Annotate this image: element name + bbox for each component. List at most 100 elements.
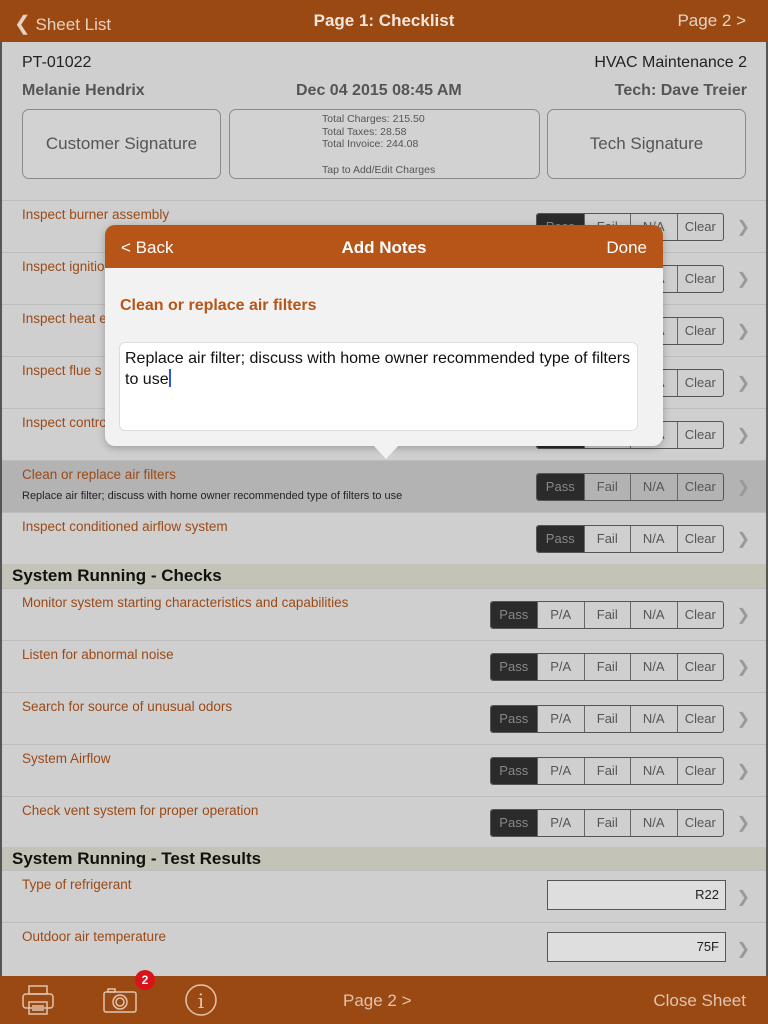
option-pass[interactable]: Pass bbox=[490, 602, 537, 628]
chevron-left-icon: ❮ bbox=[14, 13, 31, 35]
option-clear[interactable]: Clear bbox=[676, 706, 724, 732]
option-pass[interactable]: Pass bbox=[490, 810, 537, 836]
item-label: Inspect burner assembly bbox=[22, 207, 170, 222]
item-label: Inspect flue s bbox=[22, 363, 102, 378]
section-header-checks: System Running - Checks bbox=[2, 564, 766, 588]
charges-hint: Tap to Add/Edit Charges bbox=[322, 163, 436, 176]
back-button[interactable]: < Back bbox=[121, 238, 173, 258]
chevron-right-icon[interactable]: ❯ bbox=[737, 939, 750, 959]
checklist-row[interactable]: Search for source of unusual odors Pass P/… bbox=[2, 692, 766, 744]
chevron-right-icon[interactable]: ❯ bbox=[737, 605, 750, 625]
chevron-right-icon[interactable]: ❯ bbox=[737, 887, 750, 907]
close-sheet-button[interactable]: Close Sheet bbox=[653, 991, 746, 1011]
footer-next-page-button[interactable]: Page 2 > bbox=[343, 991, 412, 1011]
section-header-test-results: System Running - Test Results bbox=[2, 847, 766, 871]
charges-button[interactable]: Total Charges: 215.50 Total Taxes: 28.58… bbox=[229, 109, 540, 179]
tech-signature-button[interactable]: Tech Signature bbox=[547, 109, 746, 179]
chevron-right-icon[interactable]: ❯ bbox=[737, 217, 750, 237]
info-icon[interactable]: i bbox=[184, 983, 218, 1017]
total-invoice: Total Invoice: 244.08 bbox=[322, 138, 419, 150]
option-na[interactable]: N/A bbox=[630, 810, 677, 836]
chevron-right-icon[interactable]: ❯ bbox=[737, 269, 750, 289]
item-label: Inspect heat e bbox=[22, 311, 107, 326]
popover-title: Add Notes bbox=[341, 238, 427, 257]
option-clear[interactable]: Clear bbox=[676, 810, 724, 836]
page-title: Page 1: Checklist bbox=[313, 11, 455, 30]
checklist-row[interactable]: System Airflow Pass P/A Fail N/A Clear ❯ bbox=[2, 744, 766, 796]
option-fail[interactable]: Fail bbox=[583, 758, 631, 784]
option-clear[interactable]: Clear bbox=[676, 370, 724, 396]
photo-count-badge: 2 bbox=[135, 970, 155, 990]
option-clear[interactable]: Clear bbox=[676, 654, 724, 680]
option-pa[interactable]: P/A bbox=[537, 602, 584, 628]
option-pass[interactable]: Pass bbox=[490, 654, 537, 680]
result-segmented-control: Pass P/A Fail N/A Clear bbox=[489, 757, 724, 785]
chevron-right-icon[interactable]: ❯ bbox=[737, 529, 750, 549]
option-pa[interactable]: P/A bbox=[537, 654, 584, 680]
checklist-row[interactable]: Listen for abnormal noise Pass P/A Fail N/A C… bbox=[2, 640, 766, 692]
notes-textarea[interactable]: Replace air filter; discuss with home ow… bbox=[119, 342, 638, 431]
option-pass[interactable]: Pass bbox=[490, 706, 537, 732]
option-fail[interactable]: Fail bbox=[583, 810, 631, 836]
svg-text:i: i bbox=[198, 989, 204, 1013]
option-fail[interactable]: Fail bbox=[583, 654, 631, 680]
checklist-row[interactable]: Inspect conditioned airflow system Pass Fa… bbox=[2, 512, 766, 564]
printer-icon[interactable] bbox=[20, 984, 56, 1016]
next-page-button[interactable]: Page 2 > bbox=[677, 11, 746, 31]
option-pa[interactable]: P/A bbox=[537, 758, 584, 784]
option-clear[interactable]: Clear bbox=[676, 318, 724, 344]
notes-text: Replace air filter; discuss with home ow… bbox=[125, 350, 631, 388]
checklist-row[interactable]: Clean or replace air filters Replace air … bbox=[2, 460, 766, 512]
chevron-right-icon[interactable]: ❯ bbox=[737, 373, 750, 393]
sheet-list-button[interactable]: ❮ Sheet List bbox=[14, 11, 111, 36]
option-fail[interactable]: Fail bbox=[583, 526, 631, 552]
checklist-row[interactable]: Outdoor air temperature 75F ❯ bbox=[2, 922, 766, 974]
option-pass[interactable]: Pass bbox=[537, 474, 584, 500]
chevron-right-icon[interactable]: ❯ bbox=[737, 709, 750, 729]
result-segmented-control: Pass P/A Fail N/A Clear bbox=[489, 705, 724, 733]
option-clear[interactable]: Clear bbox=[676, 266, 724, 292]
option-na[interactable]: N/A bbox=[630, 706, 677, 732]
option-clear[interactable]: Clear bbox=[676, 526, 724, 552]
option-clear[interactable]: Clear bbox=[676, 422, 724, 448]
chevron-right-icon[interactable]: ❯ bbox=[737, 321, 750, 341]
result-segmented-control: PassFailN/AClear bbox=[536, 473, 724, 501]
note-item-title: Clean or replace air filters bbox=[120, 297, 317, 314]
checklist-row[interactable]: Type of refrigerant R22 ❯ bbox=[2, 870, 766, 922]
option-clear[interactable]: Clear bbox=[676, 602, 724, 628]
item-label: Inspect ignitio bbox=[22, 259, 105, 274]
chevron-right-icon[interactable]: ❯ bbox=[737, 477, 750, 497]
popover-header: < Back Add Notes Done bbox=[105, 225, 663, 268]
option-fail[interactable]: Fail bbox=[583, 706, 631, 732]
sheet-list-label: Sheet List bbox=[35, 15, 112, 34]
chevron-right-icon[interactable]: ❯ bbox=[737, 761, 750, 781]
item-label: System Airflow bbox=[22, 751, 111, 766]
option-na[interactable]: N/A bbox=[630, 654, 677, 680]
option-fail[interactable]: Fail bbox=[583, 474, 631, 500]
customer-signature-button[interactable]: Customer Signature bbox=[22, 109, 221, 179]
option-clear[interactable]: Clear bbox=[676, 758, 724, 784]
chevron-right-icon[interactable]: ❯ bbox=[737, 813, 750, 833]
option-clear[interactable]: Clear bbox=[676, 214, 724, 240]
option-pa[interactable]: P/A bbox=[537, 706, 584, 732]
camera-icon[interactable] bbox=[102, 986, 138, 1014]
option-na[interactable]: N/A bbox=[630, 474, 677, 500]
result-segmented-control: PassFailN/AClear bbox=[536, 525, 724, 553]
customer-name: Melanie Hendrix bbox=[22, 82, 145, 99]
chevron-right-icon[interactable]: ❯ bbox=[737, 657, 750, 677]
option-pass[interactable]: Pass bbox=[537, 526, 584, 552]
option-na[interactable]: N/A bbox=[630, 602, 677, 628]
checklist-row[interactable]: Check vent system for proper operation Pa… bbox=[2, 796, 766, 848]
value-field[interactable]: R22 bbox=[547, 880, 726, 910]
option-clear[interactable]: Clear bbox=[676, 474, 724, 500]
checklist-row[interactable]: Monitor system starting characteristics … bbox=[2, 588, 766, 640]
option-fail[interactable]: Fail bbox=[583, 602, 631, 628]
done-button[interactable]: Done bbox=[606, 238, 647, 258]
option-pass[interactable]: Pass bbox=[490, 758, 537, 784]
option-pa[interactable]: P/A bbox=[537, 810, 584, 836]
option-na[interactable]: N/A bbox=[630, 526, 677, 552]
value-field[interactable]: 75F bbox=[547, 932, 726, 962]
chevron-right-icon[interactable]: ❯ bbox=[737, 425, 750, 445]
item-label: Clean or replace air filters bbox=[22, 467, 176, 482]
option-na[interactable]: N/A bbox=[630, 758, 677, 784]
